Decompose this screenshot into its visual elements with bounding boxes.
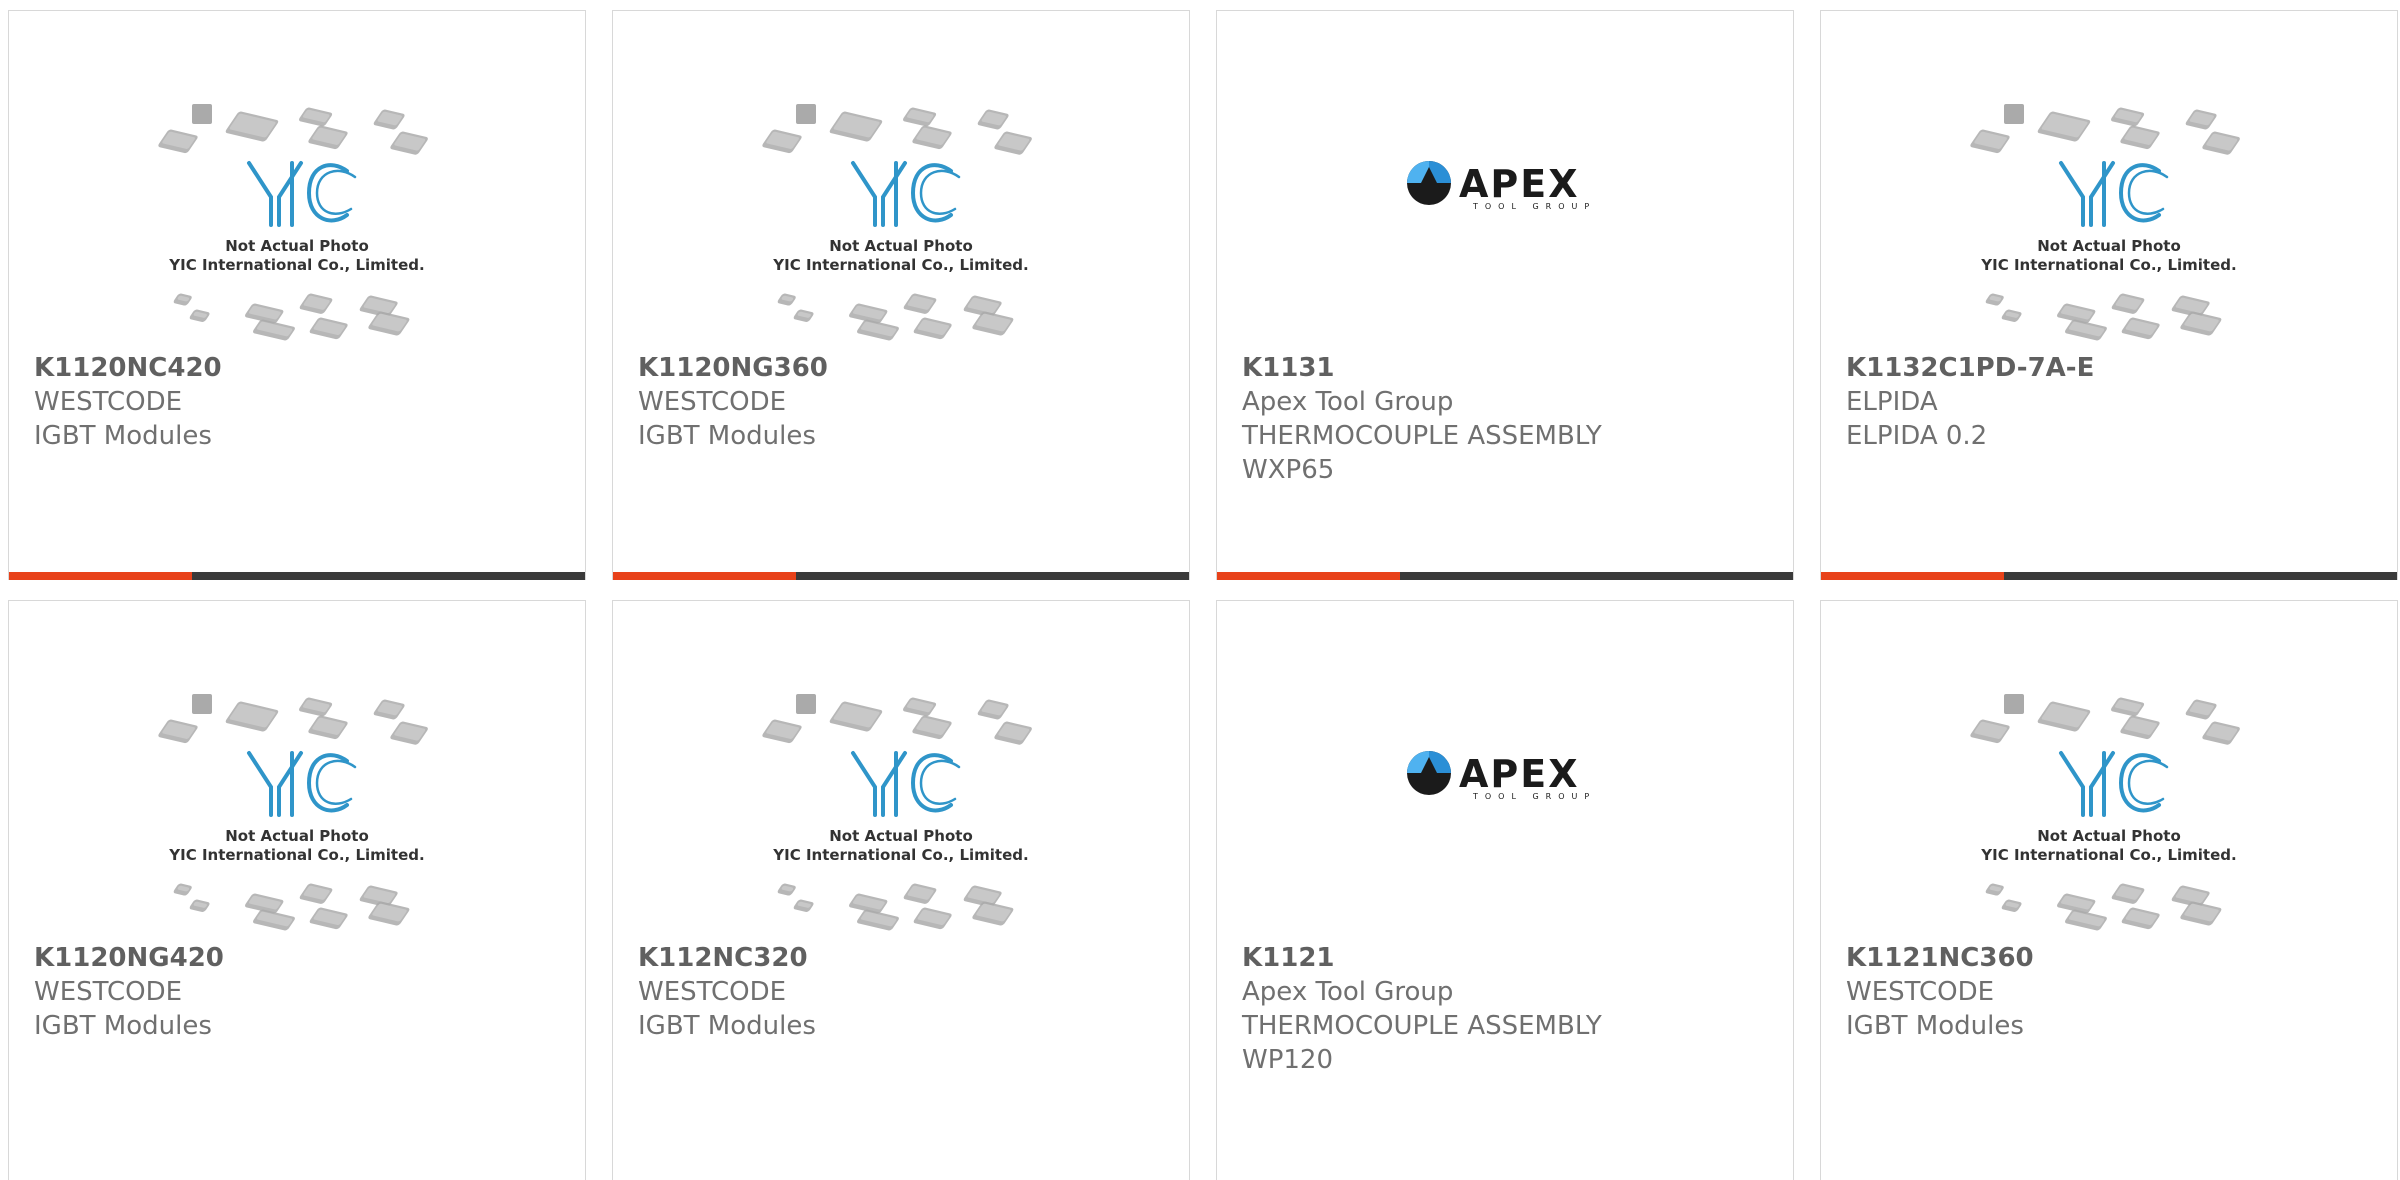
product-description: IGBT Modules <box>638 1011 816 1041</box>
placeholder-text-1: Not Actual Photo <box>225 237 369 255</box>
product-card[interactable]: Not Actual Photo YIC International Co., … <box>612 10 1190 580</box>
product-info: K1120NC420 WESTCODE IGBT Modules <box>34 351 575 453</box>
product-info: K1121 Apex Tool Group THERMOCOUPLE ASSEM… <box>1242 941 1783 1077</box>
svg-text:APEX: APEX <box>1459 752 1580 796</box>
product-image[interactable]: Not Actual Photo YIC International Co., … <box>9 601 585 941</box>
product-image[interactable]: Not Actual Photo YIC International Co., … <box>613 601 1189 941</box>
svg-text:APEX: APEX <box>1459 162 1580 206</box>
yic-logo-icon <box>2059 161 2169 227</box>
yic-logo-icon <box>851 751 961 817</box>
apex-logo-icon: APEX TOOL GROUP <box>1407 161 1596 211</box>
card-accent-bar <box>613 572 796 580</box>
brand-name: WESTCODE <box>638 387 787 417</box>
product-info: K1120NG420 WESTCODE IGBT Modules <box>34 941 575 1043</box>
placeholder-text-1: Not Actual Photo <box>225 827 369 845</box>
placeholder-text-2: YIC International Co., Limited. <box>772 846 1028 864</box>
svg-text:TOOL GROUP: TOOL GROUP <box>1472 792 1596 801</box>
yic-logo-icon <box>851 161 961 227</box>
product-info: K1131 Apex Tool Group THERMOCOUPLE ASSEM… <box>1242 351 1783 487</box>
placeholder-text-2: YIC International Co., Limited. <box>772 256 1028 274</box>
product-model: WP120 <box>1242 1045 1334 1075</box>
chip-cluster-top <box>762 694 1032 745</box>
chip-cluster-bottom <box>777 883 1014 931</box>
svg-text:TOOL GROUP: TOOL GROUP <box>1472 202 1596 211</box>
product-description: IGBT Modules <box>638 421 816 451</box>
card-accent-bar <box>9 572 192 580</box>
card-bottom-bar <box>1821 572 2397 580</box>
product-info: K1121NC360 WESTCODE IGBT Modules <box>1846 941 2387 1043</box>
card-bottom-bar <box>613 572 1189 580</box>
product-info: K1120NG360 WESTCODE IGBT Modules <box>638 351 1179 453</box>
product-card[interactable]: Not Actual Photo YIC International Co., … <box>8 600 586 1180</box>
chip-cluster-bottom <box>777 293 1014 341</box>
placeholder-text-1: Not Actual Photo <box>2037 827 2181 845</box>
product-description: IGBT Modules <box>34 421 212 451</box>
part-number[interactable]: K1131 <box>1242 351 1783 385</box>
product-description: IGBT Modules <box>34 1011 212 1041</box>
product-card[interactable]: APEX TOOL GROUP K1131 Apex Tool Group TH… <box>1216 10 1794 580</box>
yic-logo-icon <box>247 751 357 817</box>
brand-name: WESTCODE <box>34 387 183 417</box>
brand-name: ELPIDA <box>1846 387 1938 417</box>
product-image[interactable]: Not Actual Photo YIC International Co., … <box>1821 601 2397 941</box>
product-info: K112NC320 WESTCODE IGBT Modules <box>638 941 1179 1043</box>
product-description: ELPIDA 0.2 <box>1846 421 1988 451</box>
chip-cluster-bottom <box>1985 293 2222 341</box>
placeholder-text-1: Not Actual Photo <box>829 237 973 255</box>
part-number[interactable]: K1132C1PD-7A-E <box>1846 351 2387 385</box>
product-grid: Not Actual Photo YIC International Co., … <box>0 0 2400 1180</box>
product-description: IGBT Modules <box>1846 1011 2024 1041</box>
yic-logo-icon <box>247 161 357 227</box>
product-model: WXP65 <box>1242 455 1335 485</box>
product-card[interactable]: Not Actual Photo YIC International Co., … <box>1820 10 2398 580</box>
chip-cluster-bottom <box>1985 883 2222 931</box>
chip-cluster-top <box>158 694 428 745</box>
card-bottom-bar <box>1217 572 1793 580</box>
apex-logo-icon: APEX TOOL GROUP <box>1407 751 1596 801</box>
brand-name: WESTCODE <box>1846 977 1995 1007</box>
product-image[interactable]: APEX TOOL GROUP <box>1217 11 1793 351</box>
chip-cluster-bottom <box>173 883 410 931</box>
placeholder-text-2: YIC International Co., Limited. <box>1980 256 2236 274</box>
product-description: THERMOCOUPLE ASSEMBLY <box>1242 1011 1602 1041</box>
placeholder-text-1: Not Actual Photo <box>2037 237 2181 255</box>
part-number[interactable]: K1121 <box>1242 941 1783 975</box>
product-card[interactable]: Not Actual Photo YIC International Co., … <box>8 10 586 580</box>
product-card[interactable]: Not Actual Photo YIC International Co., … <box>612 600 1190 1180</box>
brand-name: WESTCODE <box>638 977 787 1007</box>
product-image[interactable]: Not Actual Photo YIC International Co., … <box>613 11 1189 351</box>
brand-name: Apex Tool Group <box>1242 387 1454 417</box>
yic-logo-icon <box>2059 751 2169 817</box>
chip-cluster-top <box>1970 694 2240 745</box>
part-number[interactable]: K1121NC360 <box>1846 941 2387 975</box>
chip-cluster-bottom <box>173 293 410 341</box>
product-card[interactable]: APEX TOOL GROUP K1121 Apex Tool Group TH… <box>1216 600 1794 1180</box>
chip-cluster-top <box>1970 104 2240 155</box>
brand-name: WESTCODE <box>34 977 183 1007</box>
product-image[interactable]: APEX TOOL GROUP <box>1217 601 1793 941</box>
placeholder-text-2: YIC International Co., Limited. <box>168 846 424 864</box>
placeholder-text-2: YIC International Co., Limited. <box>168 256 424 274</box>
card-accent-bar <box>1217 572 1400 580</box>
part-number[interactable]: K1120NC420 <box>34 351 575 385</box>
chip-cluster-top <box>158 104 428 155</box>
part-number[interactable]: K1120NG420 <box>34 941 575 975</box>
product-card[interactable]: Not Actual Photo YIC International Co., … <box>1820 600 2398 1180</box>
part-number[interactable]: K1120NG360 <box>638 351 1179 385</box>
chip-cluster-top <box>762 104 1032 155</box>
product-image[interactable]: Not Actual Photo YIC International Co., … <box>1821 11 2397 351</box>
product-image[interactable]: Not Actual Photo YIC International Co., … <box>9 11 585 351</box>
placeholder-text-2: YIC International Co., Limited. <box>1980 846 2236 864</box>
brand-name: Apex Tool Group <box>1242 977 1454 1007</box>
card-bottom-bar <box>9 572 585 580</box>
part-number[interactable]: K112NC320 <box>638 941 1179 975</box>
placeholder-text-1: Not Actual Photo <box>829 827 973 845</box>
product-description: THERMOCOUPLE ASSEMBLY <box>1242 421 1602 451</box>
product-info: K1132C1PD-7A-E ELPIDA ELPIDA 0.2 <box>1846 351 2387 453</box>
card-accent-bar <box>1821 572 2004 580</box>
